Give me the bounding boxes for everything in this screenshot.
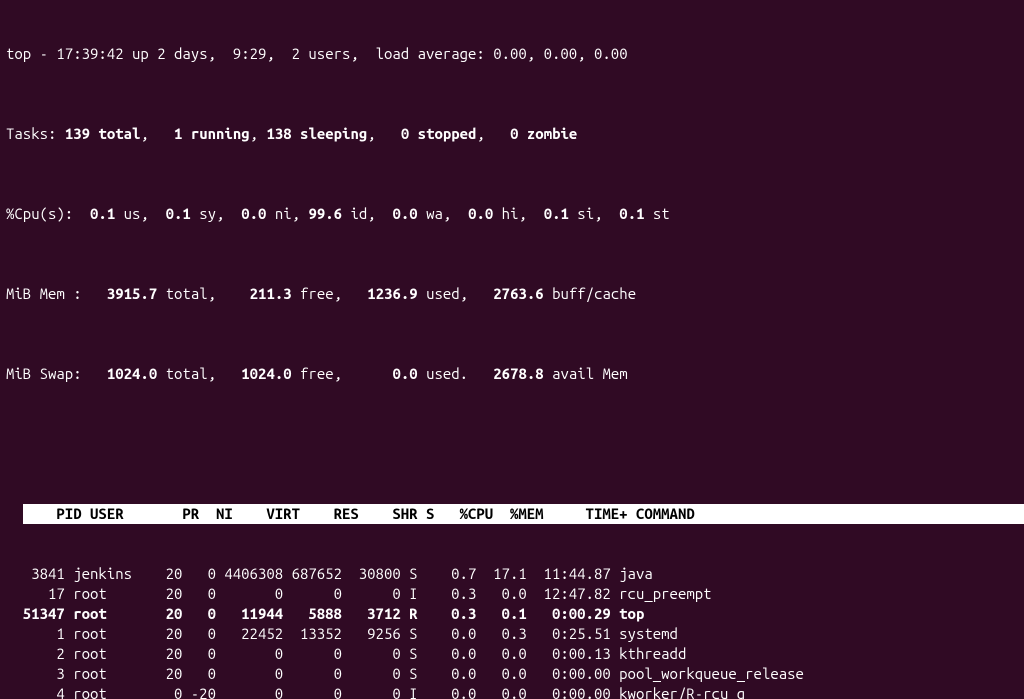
process-row: 17 root200000 I0.30.012:47.82rcu_preempt xyxy=(6,584,1018,604)
process-row: 4 root0-20000 I0.00.00:00.00kworker/R-rc… xyxy=(6,684,1018,699)
process-table-body: 3841 jenkins200440630868765230800 S0.717… xyxy=(6,564,1018,699)
blank-line xyxy=(6,444,1018,464)
process-row: 3 root200000 S0.00.00:00.00pool_workqueu… xyxy=(6,664,1018,684)
process-table-header: PID USERPRNIVIRTRESSHR S%CPU%MEMTIME+COM… xyxy=(23,504,1024,524)
process-row: 51347 root2001194458883712 R0.30.10:00.2… xyxy=(6,604,1018,624)
process-row: 1 root20022452133529256 S0.00.30:25.51sy… xyxy=(6,624,1018,644)
process-row: 2 root200000 S0.00.00:00.13kthreadd xyxy=(6,644,1018,664)
terminal[interactable]: top - 17:39:42 up 2 days, 9:29, 2 users,… xyxy=(0,0,1024,699)
top-line-cpu: %Cpu(s): 0.1 us, 0.1 sy, 0.0 ni, 99.6 id… xyxy=(6,204,1018,224)
top-line-swap: MiB Swap: 1024.0 total, 1024.0 free, 0.0… xyxy=(6,364,1018,384)
top-line-tasks: Tasks: 139 total, 1 running, 138 sleepin… xyxy=(6,124,1018,144)
process-row: 3841 jenkins200440630868765230800 S0.717… xyxy=(6,564,1018,584)
top-line-uptime: top - 17:39:42 up 2 days, 9:29, 2 users,… xyxy=(6,44,1018,64)
top-line-mem: MiB Mem : 3915.7 total, 211.3 free, 1236… xyxy=(6,284,1018,304)
